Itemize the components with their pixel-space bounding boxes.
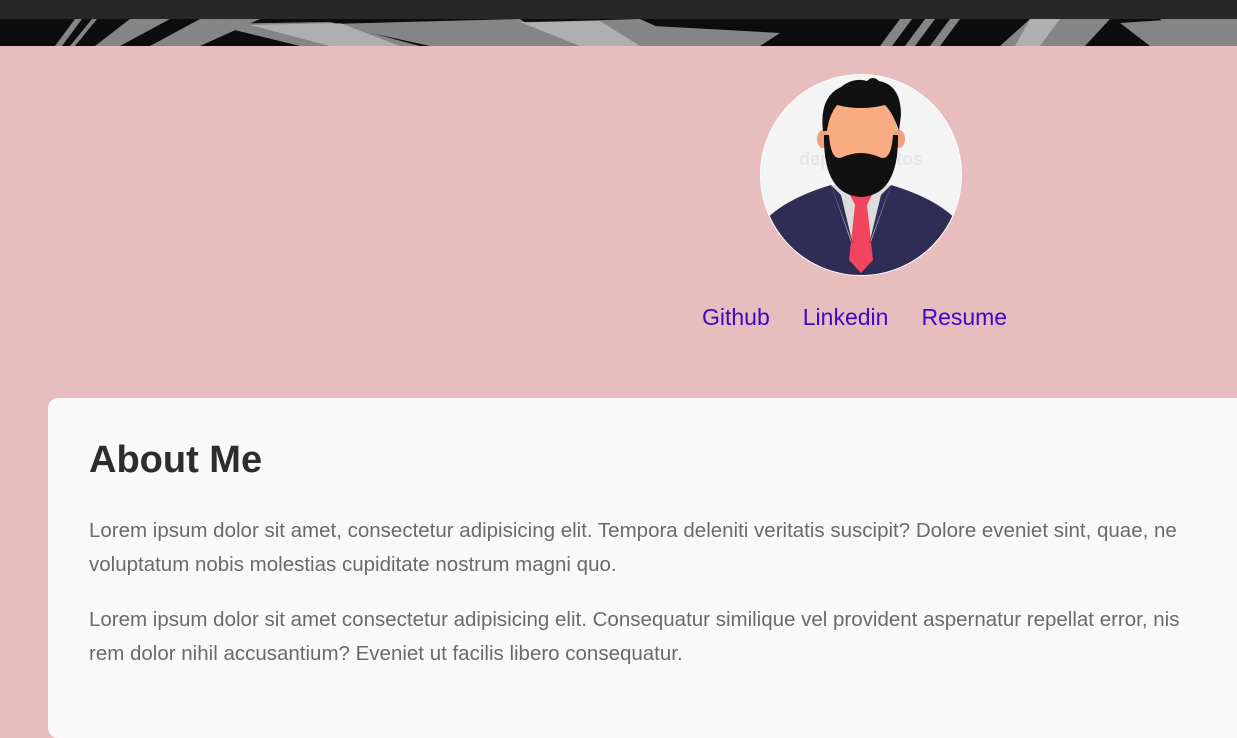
header-banner-image: [0, 19, 1237, 46]
github-link[interactable]: Github: [702, 302, 770, 332]
about-paragraph-2-line-1: Lorem ipsum dolor sit amet consectetur a…: [89, 608, 1180, 631]
profile-avatar: depositphotos: [760, 74, 962, 276]
about-me-card: About Me Lorem ipsum dolor sit amet, con…: [48, 398, 1237, 738]
about-paragraph-1-line-1: Lorem ipsum dolor sit amet, consectetur …: [89, 519, 1177, 542]
profile-links: Github Linkedin Resume: [702, 302, 1007, 332]
bearded-man-avatar-icon: depositphotos: [761, 75, 961, 275]
about-paragraph-2-line-2: rem dolor nihil accusantium? Eveniet ut …: [89, 642, 683, 665]
about-paragraph-1: Lorem ipsum dolor sit amet, consectetur …: [89, 514, 1237, 582]
about-me-heading: About Me: [89, 439, 263, 481]
resume-link[interactable]: Resume: [921, 302, 1007, 332]
about-paragraph-1-line-2: voluptatum nobis molestias cupiditate no…: [89, 553, 617, 576]
top-bar: [0, 0, 1237, 19]
about-paragraph-2: Lorem ipsum dolor sit amet consectetur a…: [89, 603, 1237, 671]
linkedin-link[interactable]: Linkedin: [803, 302, 889, 332]
